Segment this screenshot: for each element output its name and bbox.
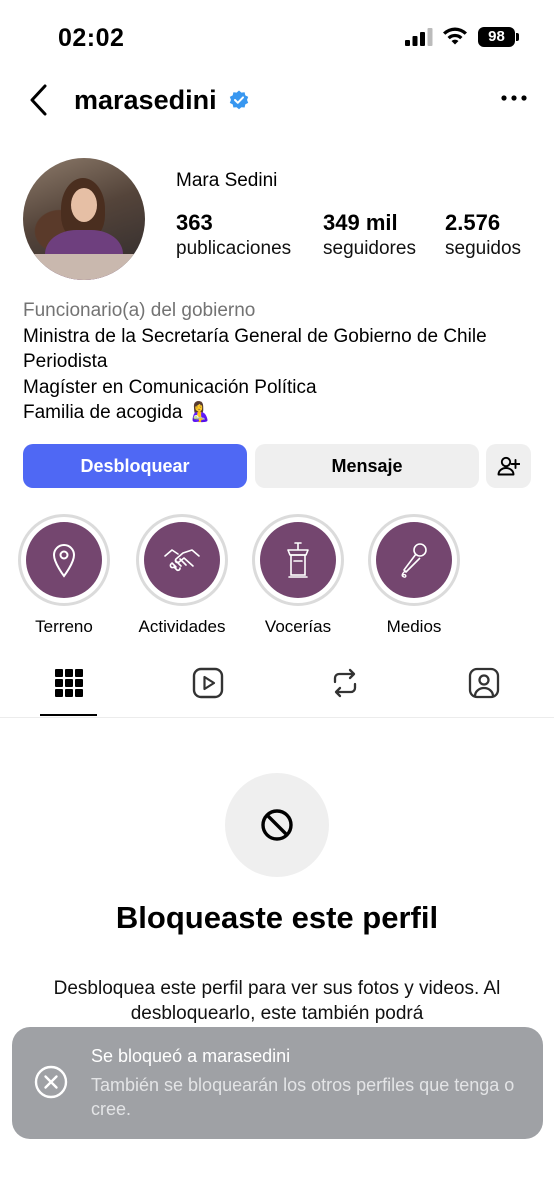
- blocked-description: Desbloquea este perfil para ver sus foto…: [53, 978, 501, 1024]
- status-time: 02:02: [58, 24, 125, 52]
- add-person-icon: [497, 456, 520, 476]
- stat-posts[interactable]: 363 publicaciones: [176, 210, 291, 262]
- highlight-vocerias[interactable]: Vocerías: [252, 514, 344, 637]
- more-options-icon[interactable]: [500, 88, 528, 108]
- stat-followers[interactable]: 349 mil seguidores: [323, 210, 416, 262]
- active-tab-indicator: [40, 714, 97, 716]
- bio-line: Periodista: [23, 351, 108, 372]
- highlight-label: Terreno: [35, 617, 93, 636]
- stat-number: 349 mil: [323, 210, 398, 235]
- highlight-terreno[interactable]: Terreno: [18, 514, 110, 637]
- bio-category: Funcionario(a) del gobierno: [23, 300, 256, 321]
- handshake-icon: [164, 549, 200, 572]
- stat-label: publicaciones: [176, 238, 292, 259]
- highlight-ring: [136, 514, 228, 606]
- grid-icon: [55, 669, 83, 697]
- back-chevron-icon[interactable]: [26, 82, 52, 118]
- reels-icon: [192, 667, 224, 699]
- close-circle-icon[interactable]: [34, 1065, 68, 1099]
- tab-grid[interactable]: [39, 662, 99, 712]
- highlight-medios[interactable]: Medios: [368, 514, 460, 637]
- profile-header: marasedini: [0, 78, 554, 122]
- profile-tabs: [0, 662, 554, 718]
- cellular-signal-icon: [405, 28, 433, 46]
- profile-bio: Funcionario(a) del gobierno Ministra de …: [23, 298, 543, 426]
- highlight-actividades[interactable]: Actividades: [136, 514, 228, 637]
- message-button[interactable]: Mensaje: [255, 444, 479, 488]
- tab-reposts[interactable]: [314, 662, 374, 712]
- tagged-icon: [468, 667, 500, 699]
- stat-number: 2.576: [445, 210, 501, 235]
- bio-line: Ministra de la Secretaría General de Gob…: [23, 325, 487, 347]
- bio-line: Familia de acogida 🤱: [23, 402, 212, 423]
- highlight-cover: [376, 522, 452, 598]
- blocked-icon-container: [225, 773, 329, 877]
- map-pin-icon: [52, 544, 76, 578]
- profile-display-name: Mara Sedini: [176, 170, 278, 191]
- block-icon: [261, 809, 293, 841]
- highlight-label: Actividades: [138, 617, 226, 636]
- microphone-icon: [401, 543, 427, 578]
- profile-username: marasedini: [74, 85, 217, 115]
- blocked-toast[interactable]: Se bloqueó a marasedini También se bloqu…: [12, 1027, 543, 1139]
- stat-number: 363: [176, 210, 213, 235]
- toast-body: También se bloquearán los otros perfiles…: [91, 1075, 515, 1119]
- avatar-face: [71, 188, 97, 222]
- tab-tagged[interactable]: [453, 662, 513, 712]
- highlight-ring: [252, 514, 344, 606]
- highlight-cover: [26, 522, 102, 598]
- toast-title: Se bloqueó a marasedini: [91, 1046, 291, 1066]
- tab-reels[interactable]: [177, 662, 237, 712]
- stat-following[interactable]: 2.576 seguidos: [445, 210, 521, 262]
- highlight-label: Vocerías: [264, 617, 332, 636]
- highlight-label: Medios: [386, 617, 442, 636]
- verified-badge-icon: [229, 90, 249, 110]
- add-user-button[interactable]: [486, 444, 531, 488]
- status-bar: 02:02 98: [0, 0, 554, 70]
- blocked-title: Bloqueaste este perfil: [115, 900, 439, 935]
- highlight-ring: [368, 514, 460, 606]
- highlight-ring: [18, 514, 110, 606]
- bio-line: Magíster en Comunicación Política: [23, 376, 317, 398]
- stat-label: seguidos: [445, 238, 522, 259]
- highlight-cover: [144, 522, 220, 598]
- stat-label: seguidores: [323, 238, 416, 259]
- highlight-cover: [260, 522, 336, 598]
- unblock-button[interactable]: Desbloquear: [23, 444, 247, 488]
- profile-avatar[interactable]: [23, 158, 145, 280]
- wifi-icon: [443, 27, 467, 45]
- podium-icon: [287, 542, 309, 578]
- repost-icon: [333, 668, 357, 698]
- avatar-table: [23, 254, 145, 280]
- battery-indicator: 98: [478, 27, 519, 47]
